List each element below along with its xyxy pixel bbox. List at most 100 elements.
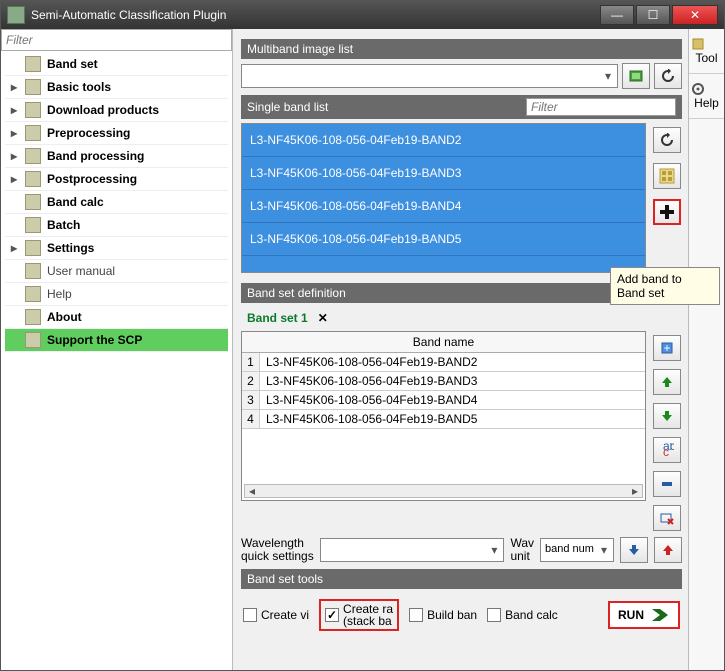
add-layer-icon: + xyxy=(660,341,674,355)
nav-item-download-products[interactable]: ▸Download products xyxy=(5,99,228,122)
wavelength-quick-combo[interactable] xyxy=(320,538,505,562)
select-all-button[interactable] xyxy=(653,163,681,189)
band-table-row[interactable]: 4L3-NF45K06-108-056-04Feb19-BAND5 xyxy=(242,410,645,429)
expand-icon: ▸ xyxy=(9,126,19,140)
singleband-filter-input[interactable] xyxy=(526,98,676,116)
nav-item-label: Support the SCP xyxy=(47,333,142,347)
nav-item-label: About xyxy=(47,310,82,324)
row-number: 2 xyxy=(242,372,260,390)
single-band-item[interactable]: L3-NF45K06-108-056-04Feb19-BAND4 xyxy=(242,190,645,223)
single-band-item[interactable]: L3-NF45K06-108-056-04Feb19-BAND5 xyxy=(242,223,645,256)
side-tab-tool-label: Tool xyxy=(691,51,722,65)
refresh-single-button[interactable] xyxy=(653,127,681,153)
select-all-icon xyxy=(659,168,675,184)
move-down-button[interactable] xyxy=(653,403,681,429)
nav-item-icon xyxy=(25,148,41,164)
single-band-item[interactable]: L3-NF45K06-108-056-04Feb19-BAND3 xyxy=(242,157,645,190)
horizontal-scrollbar[interactable]: ◂ ▸ xyxy=(244,484,643,498)
scroll-right-arrow[interactable]: ▸ xyxy=(628,484,642,498)
refresh-icon xyxy=(660,133,674,147)
nav-item-label: Help xyxy=(47,287,72,301)
nav-item-icon xyxy=(25,102,41,118)
add-bandset-button[interactable]: + xyxy=(653,335,681,361)
nav-item-about[interactable]: About xyxy=(5,306,228,329)
export-csv-button[interactable] xyxy=(654,537,682,563)
nav-item-support-the-scp[interactable]: Support the SCP xyxy=(5,329,228,352)
band-name-cell: L3-NF45K06-108-056-04Feb19-BAND2 xyxy=(260,353,645,371)
add-band-tooltip: Add band to Band set xyxy=(610,267,720,305)
window-title: Semi-Automatic Classification Plugin xyxy=(31,8,226,22)
row-number: 1 xyxy=(242,353,260,371)
nav-item-user-manual[interactable]: User manual xyxy=(5,260,228,283)
single-band-item[interactable]: L3-NF45K06-108-056-04Feb19-BAND2 xyxy=(242,124,645,157)
side-tab-help-label: Help xyxy=(691,96,722,110)
band-name-cell: L3-NF45K06-108-056-04Feb19-BAND5 xyxy=(260,410,645,428)
nav-item-icon xyxy=(25,286,41,302)
run-label: RUN xyxy=(618,608,644,622)
move-up-button[interactable] xyxy=(653,369,681,395)
scroll-left-arrow[interactable]: ◂ xyxy=(245,484,259,498)
nav-item-settings[interactable]: ▸Settings xyxy=(5,237,228,260)
nav-item-band-set[interactable]: Band set xyxy=(5,53,228,76)
nav-item-label: User manual xyxy=(47,264,115,278)
nav-item-batch[interactable]: Batch xyxy=(5,214,228,237)
tree-filter-input[interactable] xyxy=(1,29,232,51)
minus-icon xyxy=(660,477,674,491)
clear-icon xyxy=(660,511,674,525)
wavelength-unit-combo[interactable]: band num xyxy=(540,538,614,562)
tab-bandset-1[interactable]: Band set 1 xyxy=(243,309,312,327)
single-band-list[interactable]: L3-NF45K06-108-056-04Feb19-BAND2L3-NF45K… xyxy=(241,123,646,273)
nav-item-band-calc[interactable]: Band calc xyxy=(5,191,228,214)
row-number: 4 xyxy=(242,410,260,428)
nav-item-icon xyxy=(25,240,41,256)
nav-item-icon xyxy=(25,332,41,348)
nav-item-label: Postprocessing xyxy=(47,172,137,186)
nav-item-preprocessing[interactable]: ▸Preprocessing xyxy=(5,122,228,145)
run-button[interactable]: RUN xyxy=(608,601,680,629)
import-csv-button[interactable] xyxy=(620,537,648,563)
run-arrow-icon xyxy=(650,607,670,623)
nav-item-icon xyxy=(25,79,41,95)
nav-item-icon xyxy=(25,56,41,72)
arrow-up-icon xyxy=(661,543,675,557)
nav-item-basic-tools[interactable]: ▸Basic tools xyxy=(5,76,228,99)
nav-item-label: Settings xyxy=(47,241,94,255)
nav-item-label: Band processing xyxy=(47,149,144,163)
create-vi-checkbox[interactable]: Create vi xyxy=(243,608,309,622)
close-button[interactable]: ✕ xyxy=(672,5,718,25)
build-band-checkbox[interactable]: Build ban xyxy=(409,608,477,622)
band-table-row[interactable]: 2L3-NF45K06-108-056-04Feb19-BAND3 xyxy=(242,372,645,391)
create-raster-checkbox[interactable]: Create ra (stack ba xyxy=(325,603,393,627)
side-tab-tool[interactable]: Tool xyxy=(689,29,724,74)
sort-button[interactable]: abc xyxy=(653,437,681,463)
arrow-up-icon xyxy=(660,375,674,389)
nav-item-help[interactable]: Help xyxy=(5,283,228,306)
maximize-button[interactable]: ☐ xyxy=(636,5,670,25)
refresh-icon xyxy=(661,69,675,83)
nav-item-band-processing[interactable]: ▸ Band processing xyxy=(5,145,228,168)
expand-icon: ▸ xyxy=(9,103,19,117)
band-table-header: Band name xyxy=(242,332,645,353)
sort-icon: abc xyxy=(660,443,674,457)
build-band-label: Build ban xyxy=(427,608,477,622)
svg-text:c: c xyxy=(663,445,669,457)
add-band-button[interactable] xyxy=(653,199,681,225)
side-tab-help[interactable]: Help xyxy=(689,74,724,119)
tab-close-button[interactable]: ✕ xyxy=(318,311,328,325)
refresh-multiband-button[interactable] xyxy=(654,63,682,89)
gear-icon xyxy=(691,82,705,96)
multiband-combo[interactable] xyxy=(241,64,618,88)
remove-band-button[interactable] xyxy=(653,471,681,497)
multiband-label: Multiband image list xyxy=(247,42,353,56)
minimize-button[interactable]: — xyxy=(600,5,634,25)
band-table-row[interactable]: 3L3-NF45K06-108-056-04Feb19-BAND4 xyxy=(242,391,645,410)
expand-icon: ▸ xyxy=(9,149,19,163)
band-calc-checkbox[interactable]: Band calc xyxy=(487,608,558,622)
nav-item-label: Basic tools xyxy=(47,80,111,94)
nav-item-postprocessing[interactable]: ▸Postprocessing xyxy=(5,168,228,191)
band-table-row[interactable]: 1L3-NF45K06-108-056-04Feb19-BAND2 xyxy=(242,353,645,372)
clear-bandset-button[interactable] xyxy=(653,505,681,531)
nav-item-label: Band calc xyxy=(47,195,104,209)
nav-item-label: Batch xyxy=(47,218,80,232)
open-image-button[interactable] xyxy=(622,63,650,89)
